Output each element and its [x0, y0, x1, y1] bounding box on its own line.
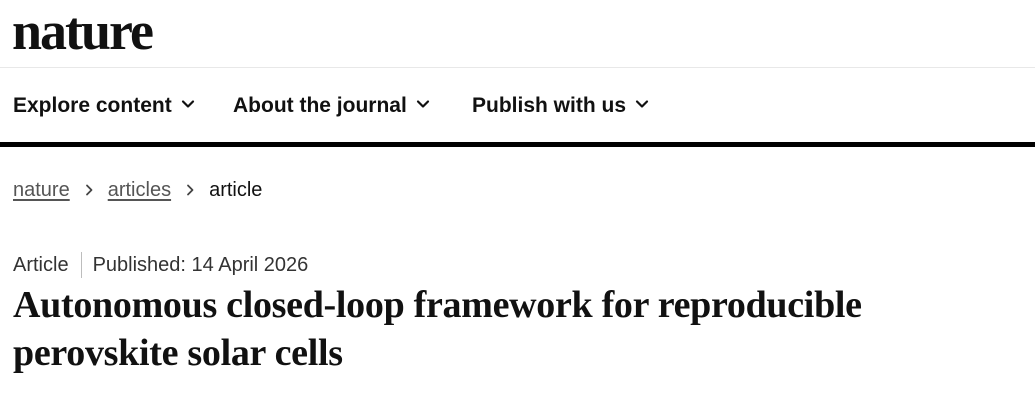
- chevron-down-icon: [635, 97, 649, 111]
- nav-item-label: Publish with us: [472, 93, 627, 117]
- chevron-down-icon: [416, 97, 430, 111]
- nav-item-label: About the journal: [233, 93, 407, 117]
- article-type: Article: [13, 253, 69, 276]
- site-logo[interactable]: nature: [12, 0, 154, 64]
- breadcrumb-current: article: [209, 178, 263, 201]
- nav-about-the-journal[interactable]: About the journal: [233, 69, 430, 142]
- nav-explore-content[interactable]: Explore content: [13, 69, 195, 142]
- nav-publish-with-us[interactable]: Publish with us: [472, 69, 649, 142]
- article-page: nature Explore content About the journal…: [0, 0, 1035, 400]
- published-date: Published: 14 April 2026: [92, 253, 309, 276]
- main-navigation: Explore content About the journal Publis…: [0, 69, 1035, 142]
- masthead: nature: [0, 0, 1035, 68]
- nav-divider: [0, 142, 1035, 147]
- chevron-right-icon: [183, 183, 197, 197]
- chevron-down-icon: [181, 97, 195, 111]
- chevron-right-icon: [82, 183, 96, 197]
- breadcrumb: nature articles article: [13, 177, 262, 203]
- breadcrumb-link-articles[interactable]: articles: [108, 179, 171, 202]
- breadcrumb-link-nature[interactable]: nature: [13, 179, 70, 202]
- nav-item-label: Explore content: [13, 93, 172, 117]
- article-title: Autonomous closed-loop framework for rep…: [13, 284, 862, 374]
- article-meta: Article Published: 14 April 2026: [13, 252, 308, 278]
- meta-divider: [80, 252, 82, 278]
